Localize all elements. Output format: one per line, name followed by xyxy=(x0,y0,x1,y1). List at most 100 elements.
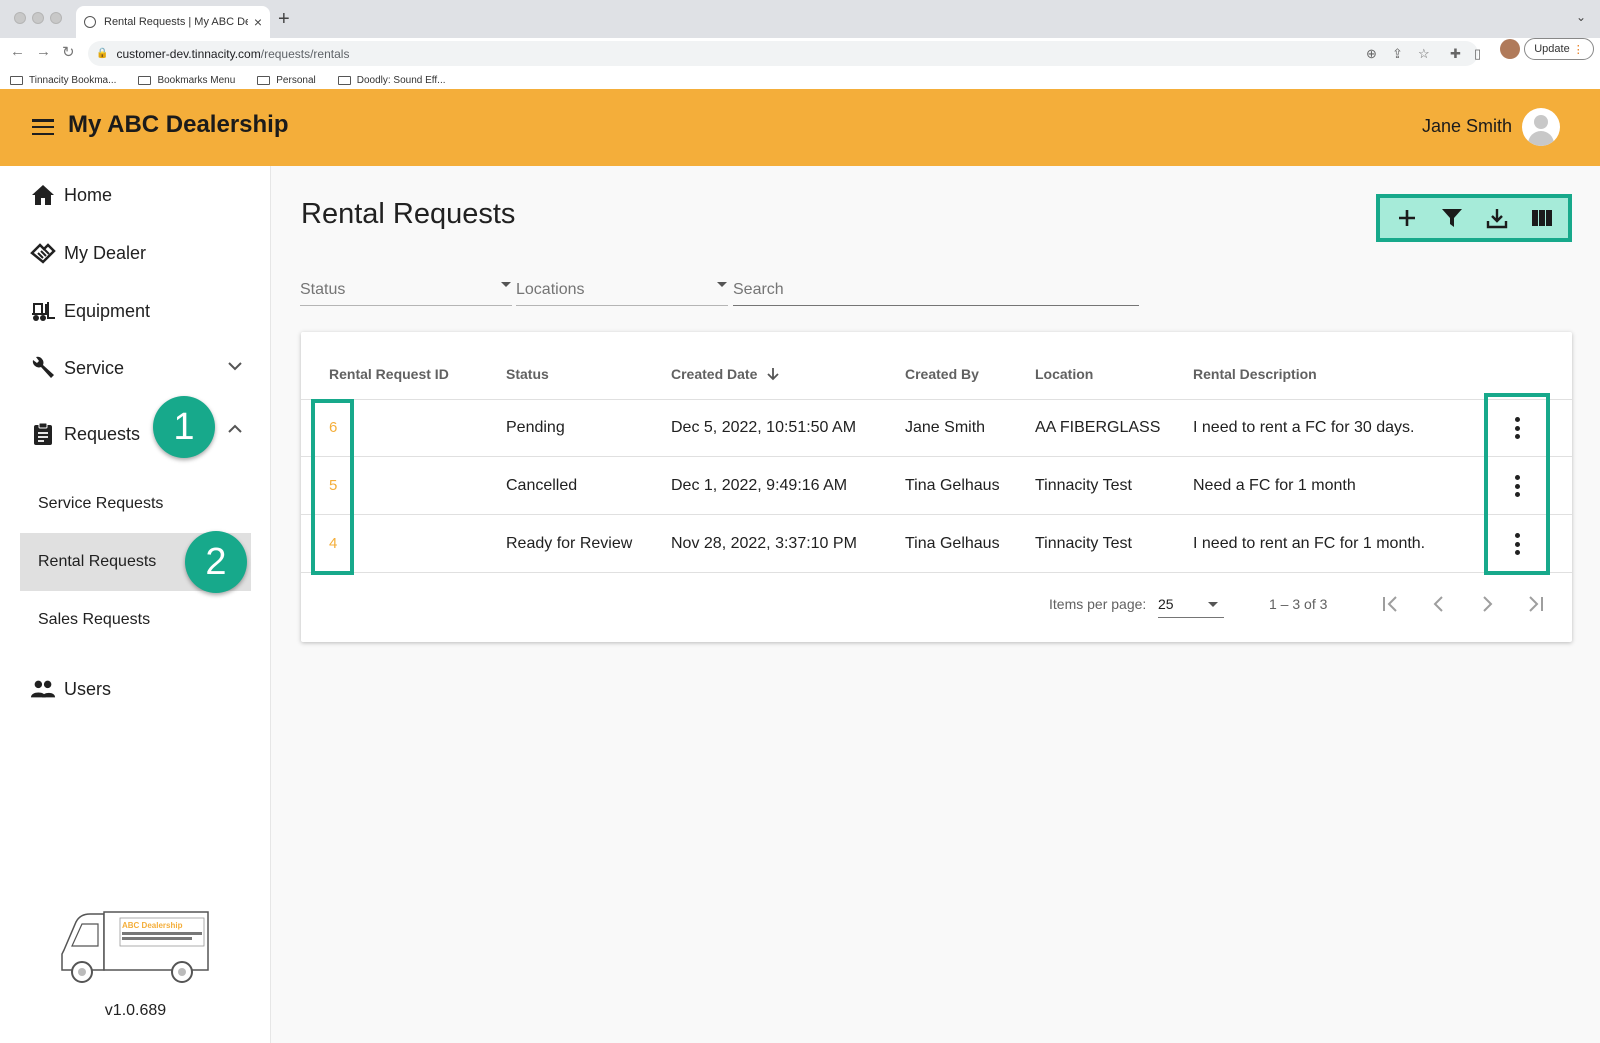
dropdown-arrow-icon xyxy=(501,282,511,287)
table-cell-created-by: Tina Gelhaus xyxy=(905,535,1000,552)
maximize-window-dot[interactable] xyxy=(50,12,62,24)
sidebar-item-service[interactable]: Service xyxy=(30,353,124,383)
last-page-icon[interactable] xyxy=(1523,592,1547,616)
callout-badge-2: 2 xyxy=(185,531,247,593)
column-header[interactable]: Created Date xyxy=(671,366,779,382)
table-cell-created-date: Dec 5, 2022, 10:51:50 AM xyxy=(671,419,857,436)
profile-avatar[interactable] xyxy=(1500,39,1520,59)
bookmark-star-icon[interactable]: ☆ xyxy=(1418,46,1430,62)
chevron-down-icon[interactable] xyxy=(228,358,242,374)
sidebar: Home My Dealer Equipment Service Request… xyxy=(0,166,271,1043)
logo-text: ABC Dealership xyxy=(122,921,183,930)
columns-icon[interactable] xyxy=(1527,203,1557,233)
sidebar-item-label: Home xyxy=(64,184,113,205)
close-window-dot[interactable] xyxy=(14,12,26,24)
items-per-page-label: Items per page: xyxy=(1049,596,1147,612)
dropdown-arrow-icon xyxy=(1208,602,1218,607)
table-cell-created-date: Nov 28, 2022, 3:37:10 PM xyxy=(671,535,857,552)
folder-icon xyxy=(257,75,271,85)
id-column-highlight xyxy=(311,399,354,575)
sidebar-item-my-dealer[interactable]: My Dealer xyxy=(30,238,146,268)
people-icon xyxy=(30,679,56,699)
tab-title: Rental Requests | My ABC Dea xyxy=(104,16,248,28)
page-icon xyxy=(337,75,351,85)
browser-tab-bar: Rental Requests | My ABC Dea × + ⌄ xyxy=(0,0,1600,38)
table-cell-location: AA FIBERGLASS xyxy=(1035,419,1161,436)
add-icon[interactable] xyxy=(1392,203,1422,233)
home-icon xyxy=(30,184,56,206)
main-content: Rental Requests Status Locations Search … xyxy=(271,166,1600,1043)
forward-icon[interactable]: → xyxy=(36,43,51,60)
share-icon[interactable]: ⇪ xyxy=(1392,46,1403,62)
sort-arrow-down-icon xyxy=(761,366,779,382)
wrench-icon xyxy=(30,356,56,380)
download-icon[interactable] xyxy=(1482,203,1512,233)
sidebar-item-home[interactable]: Home xyxy=(30,180,112,210)
table-cell-description: I need to rent a FC for 30 days. xyxy=(1193,419,1415,436)
reload-icon[interactable]: ↻ xyxy=(62,43,75,61)
lock-icon: 🔒 xyxy=(96,48,109,59)
update-button[interactable]: Update ⋮ xyxy=(1524,38,1594,60)
dealership-logo: ABC Dealership xyxy=(58,908,214,988)
column-header[interactable]: Status xyxy=(506,366,549,382)
bookmark-item[interactable]: Tinnacity Bookma... xyxy=(10,75,116,86)
status-filter-label: Status xyxy=(300,281,346,298)
extensions-icon[interactable]: ✚ xyxy=(1450,46,1461,62)
row-menu-highlight xyxy=(1484,393,1550,575)
user-name[interactable]: Jane Smith xyxy=(1422,116,1512,137)
next-page-icon[interactable] xyxy=(1475,592,1499,616)
address-bar[interactable]: 🔒 customer-dev.tinnacity.com/requests/re… xyxy=(88,41,1478,66)
sidebar-item-label: Requests xyxy=(64,423,141,444)
sidebar-item-label: Equipment xyxy=(64,300,151,321)
side-panel-icon[interactable]: ▯ xyxy=(1474,46,1481,62)
zoom-icon[interactable]: ⊕ xyxy=(1366,46,1377,62)
sidebar-item-equipment[interactable]: Equipment xyxy=(30,296,150,326)
avatar[interactable] xyxy=(1522,108,1560,146)
sidebar-item-users[interactable]: Users xyxy=(30,674,111,704)
table-cell-location: Tinnacity Test xyxy=(1035,477,1132,494)
bookmark-item[interactable]: Personal xyxy=(257,75,316,86)
filter-icon[interactable] xyxy=(1437,203,1467,233)
sidebar-item-requests[interactable]: Requests xyxy=(30,419,140,449)
sidebar-item-label: Users xyxy=(64,678,112,699)
sidebar-item-sales-requests[interactable]: Sales Requests xyxy=(20,591,251,649)
chevron-up-icon[interactable] xyxy=(228,421,242,437)
app-title: My ABC Dealership xyxy=(68,111,289,138)
table-cell-description: Need a FC for 1 month xyxy=(1193,477,1356,494)
clipboard-icon xyxy=(30,422,56,446)
table-cell-status: Cancelled xyxy=(506,477,578,494)
locations-filter-select[interactable]: Locations xyxy=(516,276,728,306)
items-per-page-select[interactable]: 25 xyxy=(1158,590,1224,618)
app-header: My ABC Dealership Jane Smith xyxy=(0,89,1600,166)
bookmark-item[interactable]: Doodly: Sound Eff... xyxy=(337,75,446,86)
close-tab-icon[interactable]: × xyxy=(254,14,262,30)
url-path: /requests/rentals xyxy=(260,46,350,61)
tab-search-chevron-icon[interactable]: ⌄ xyxy=(1576,10,1586,24)
previous-page-icon[interactable] xyxy=(1427,592,1451,616)
search-input[interactable]: Search xyxy=(733,276,1139,306)
column-header[interactable]: Location xyxy=(1035,366,1093,382)
app-version: v1.0.689 xyxy=(104,1002,167,1019)
new-tab-icon[interactable]: + xyxy=(278,8,290,31)
menu-icon[interactable] xyxy=(32,119,54,135)
table-cell-status: Pending xyxy=(506,419,565,436)
sidebar-item-label: My Dealer xyxy=(64,242,147,263)
search-placeholder: Search xyxy=(733,281,784,298)
page-title: Rental Requests xyxy=(301,198,516,230)
table-cell-location: Tinnacity Test xyxy=(1035,535,1132,552)
status-filter-select[interactable]: Status xyxy=(300,276,512,306)
table-cell-created-by: Tina Gelhaus xyxy=(905,477,1000,494)
sidebar-item-service-requests[interactable]: Service Requests xyxy=(20,475,251,533)
back-icon[interactable]: ← xyxy=(10,43,25,60)
column-header[interactable]: Created By xyxy=(905,366,979,382)
minimize-window-dot[interactable] xyxy=(32,12,44,24)
browser-toolbar: ← → ↻ 🔒 customer-dev.tinnacity.com/reque… xyxy=(0,38,1600,96)
rental-requests-table: Rental Request ID Status Created Date Cr… xyxy=(301,332,1572,642)
url-domain: customer-dev.tinnacity.com xyxy=(116,46,261,61)
first-page-icon[interactable] xyxy=(1379,592,1403,616)
locations-filter-label: Locations xyxy=(516,281,585,298)
column-header[interactable]: Rental Request ID xyxy=(329,366,449,382)
column-header[interactable]: Rental Description xyxy=(1193,366,1317,382)
bookmark-item[interactable]: Bookmarks Menu xyxy=(138,75,235,86)
browser-tab[interactable]: Rental Requests | My ABC Dea × xyxy=(76,6,270,38)
